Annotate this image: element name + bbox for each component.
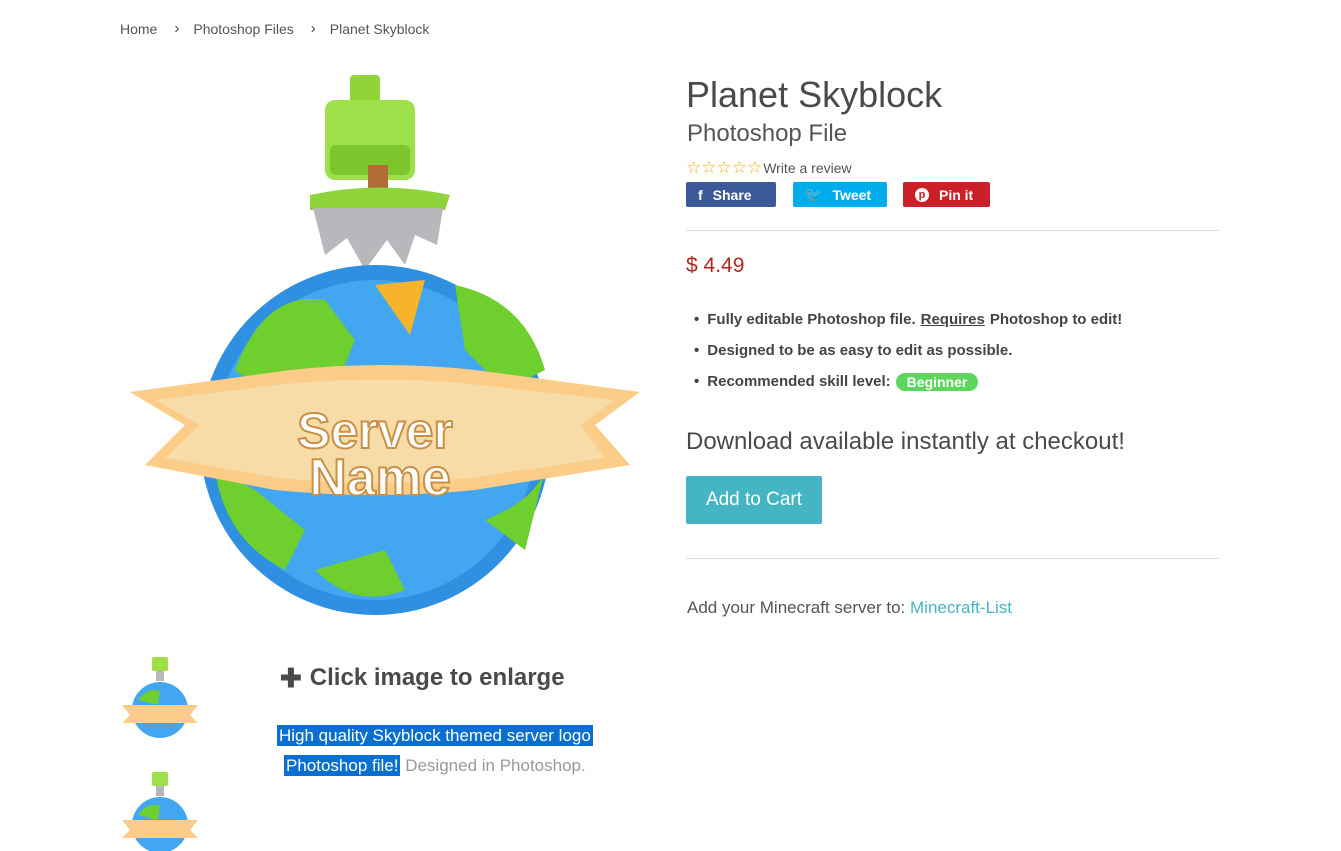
product-subtitle: Photoshop File [687, 120, 848, 147]
click-to-enlarge[interactable]: ✚ Click image to enlarge [280, 664, 565, 692]
minecraft-list-link[interactable]: Minecraft-List [910, 598, 1012, 617]
bullet: • [694, 373, 700, 390]
pinterest-icon: p [915, 187, 929, 202]
product-description: High quality Skyblock themed server logo… [277, 721, 657, 781]
description-highlight-1: High quality Skyblock themed server logo [277, 725, 593, 746]
pin-label: Pin it [939, 186, 974, 203]
skill-level-badge: Beginner [895, 372, 979, 391]
bullet: • [694, 311, 700, 328]
divider [686, 558, 1219, 559]
twitter-tweet-button[interactable]: 🐦 Tweet [793, 182, 887, 207]
divider [686, 230, 1219, 231]
breadcrumb: Home › Photoshop Files › Planet Skyblock [120, 20, 429, 37]
review-summary: ☆☆☆☆☆ Write a review [686, 158, 852, 178]
download-notice: Download available instantly at checkout… [686, 428, 1125, 455]
facebook-share-button[interactable]: f Share [686, 182, 776, 207]
logo-line2: Name [309, 449, 451, 507]
breadcrumb-current: Planet Skyblock [329, 20, 430, 37]
thumbnail-image [122, 657, 198, 738]
rating-stars-icon: ☆☆☆☆☆ [686, 158, 763, 177]
thumbnail-image [122, 772, 198, 851]
product-title: Planet Skyblock [686, 74, 943, 115]
feature-list: • Fully editable Photoshop file. Require… [694, 304, 1122, 397]
tweet-label: Tweet [832, 186, 872, 203]
feature-item: • Recommended skill level: Beginner [694, 366, 1122, 397]
bullet: • [694, 342, 700, 359]
write-review-link[interactable]: Write a review [763, 160, 851, 176]
enlarge-label: Click image to enlarge [309, 664, 565, 691]
breadcrumb-home-link[interactable]: Home [120, 21, 157, 37]
plus-icon: ✚ [280, 663, 302, 693]
breadcrumb-separator: › [174, 20, 180, 37]
pinterest-pin-button[interactable]: p Pin it [903, 182, 990, 207]
feature-item: • Designed to be as easy to edit as poss… [694, 335, 1122, 366]
breadcrumb-category-link[interactable]: Photoshop Files [193, 21, 293, 37]
feature-text: Designed to be as easy to edit as possib… [707, 342, 1013, 359]
product-thumbnail-1[interactable] [120, 655, 200, 740]
feature-text: Recommended skill level: [707, 373, 891, 390]
facebook-icon: f [698, 186, 703, 203]
twitter-icon: 🐦 [805, 186, 823, 202]
share-label: Share [712, 186, 752, 203]
add-to-cart-button[interactable]: Add to Cart [686, 476, 822, 524]
product-thumbnail-2[interactable] [120, 770, 200, 851]
feature-requires: Requires [920, 311, 985, 328]
feature-text: Fully editable Photoshop file. [707, 311, 916, 328]
feature-item: • Fully editable Photoshop file. Require… [694, 304, 1122, 335]
feature-text: Photoshop to edit! [989, 311, 1123, 328]
breadcrumb-separator: › [310, 20, 316, 37]
product-main-image[interactable]: Server Name [125, 70, 650, 620]
description-highlight-2: Photoshop file! [284, 755, 401, 776]
server-promo: Add your Minecraft server to: Minecraft-… [687, 598, 1012, 618]
description-rest: Designed in Photoshop. [405, 756, 586, 775]
planet-skyblock-logo-image: Server Name [130, 75, 640, 615]
product-price: $ 4.49 [686, 254, 745, 277]
server-promo-text: Add your Minecraft server to: [687, 598, 906, 617]
